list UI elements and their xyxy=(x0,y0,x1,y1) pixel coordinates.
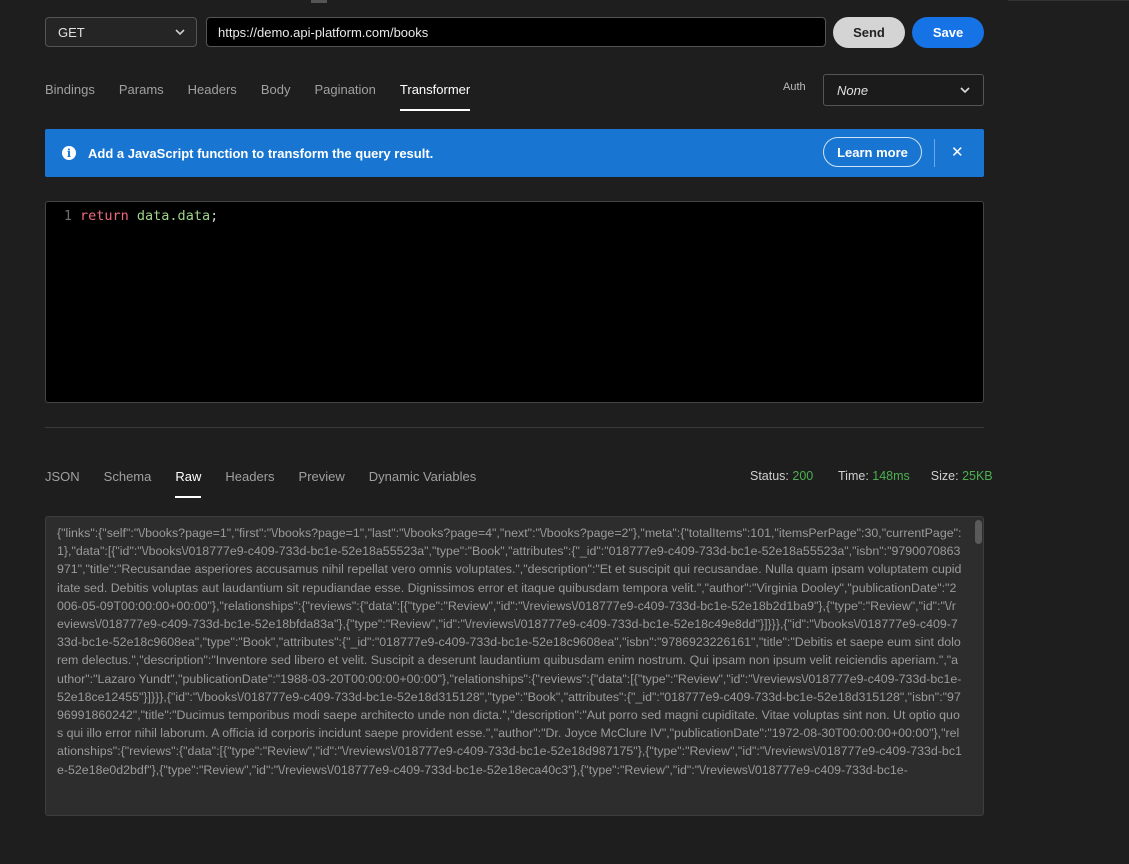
response-stats: Status: 200 Time: 148ms Size: 25KB xyxy=(750,469,993,483)
time-label: Time: xyxy=(838,469,869,483)
banner-divider xyxy=(934,139,935,167)
code-terminator: ; xyxy=(210,208,219,224)
auth-label: Auth xyxy=(783,81,806,93)
close-icon[interactable]: ✕ xyxy=(951,143,964,161)
code-keyword: return xyxy=(80,208,129,224)
top-right-divider xyxy=(1008,0,1129,5)
tab-body[interactable]: Body xyxy=(261,82,291,111)
raw-response-panel[interactable]: {"links":{"self":"\/books?page=1","first… xyxy=(45,516,984,816)
info-banner: i Add a JavaScript function to transform… xyxy=(45,129,984,177)
url-value: https://demo.api-platform.com/books xyxy=(218,24,429,40)
tab-dynamic-variables[interactable]: Dynamic Variables xyxy=(369,469,476,498)
chevron-down-icon xyxy=(175,29,185,36)
method-select[interactable]: GET xyxy=(45,17,197,47)
tab-bindings[interactable]: Bindings xyxy=(45,82,95,111)
banner-text: Add a JavaScript function to transform t… xyxy=(88,145,434,161)
learn-more-button[interactable]: Learn more xyxy=(823,137,922,167)
tab-transformer[interactable]: Transformer xyxy=(399,82,471,111)
url-input[interactable]: https://demo.api-platform.com/books xyxy=(206,17,826,47)
request-tabs: Bindings Params Headers Body Pagination … xyxy=(45,82,494,111)
window-top-bar xyxy=(0,0,1129,4)
size-label: Size: xyxy=(930,469,959,483)
auth-value: None xyxy=(837,82,869,98)
raw-response-text: {"links":{"self":"\/books?page=1","first… xyxy=(57,526,962,777)
code-expression: data.data xyxy=(136,208,211,224)
line-number: 1 xyxy=(63,208,72,224)
code-line: 1 return data.data; xyxy=(46,208,218,224)
tab-params[interactable]: Params xyxy=(119,82,164,111)
tab-schema[interactable]: Schema xyxy=(104,469,152,498)
chevron-down-icon xyxy=(960,87,970,94)
response-tabs: JSON Schema Raw Headers Preview Dynamic … xyxy=(45,469,500,498)
transformer-code-editor[interactable]: 1 return data.data; xyxy=(45,201,984,403)
send-button[interactable]: Send xyxy=(833,17,905,48)
info-icon: i xyxy=(62,146,76,160)
tab-headers[interactable]: Headers xyxy=(188,82,237,111)
save-button[interactable]: Save xyxy=(912,17,984,48)
status-value: 200 xyxy=(792,469,814,483)
tab-json[interactable]: JSON xyxy=(45,469,80,498)
size-value: 25KB xyxy=(962,469,993,483)
tab-pagination[interactable]: Pagination xyxy=(314,82,375,111)
method-value: GET xyxy=(58,24,85,40)
scrollbar-thumb[interactable] xyxy=(975,520,982,544)
tab-preview[interactable]: Preview xyxy=(299,469,345,498)
auth-select[interactable]: None xyxy=(823,74,984,106)
tab-raw[interactable]: Raw xyxy=(175,469,202,498)
status-label: Status: xyxy=(750,469,789,483)
time-value: 148ms xyxy=(872,469,910,483)
panel-divider xyxy=(45,427,984,428)
tab-response-headers[interactable]: Headers xyxy=(225,469,274,498)
active-tab-indicator xyxy=(311,0,327,3)
